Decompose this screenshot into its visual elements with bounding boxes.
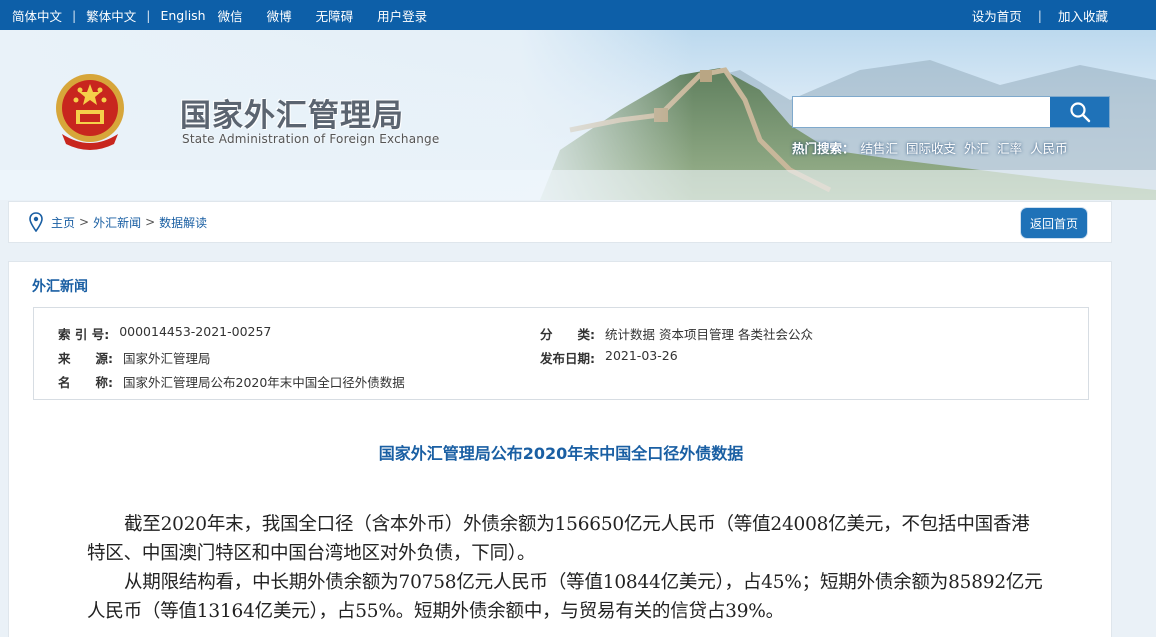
breadcrumb: 主页 > 外汇新闻 > 数据解读 <box>51 214 207 231</box>
search-box <box>792 96 1110 128</box>
search-button[interactable] <box>1050 97 1109 127</box>
hot-term-link[interactable]: 汇率 <box>997 138 1022 157</box>
hot-term-link[interactable]: 国际收支 <box>906 138 956 157</box>
section-title: 外汇新闻 <box>32 279 88 295</box>
site-subtitle: State Administration of Foreign Exchange <box>182 132 440 146</box>
weibo-link[interactable]: 微博 <box>267 6 292 25</box>
lang-english-link[interactable]: English <box>160 8 205 23</box>
article-title: 国家外汇管理局公布2020年末中国全口径外债数据 <box>378 444 744 463</box>
meta-key: 来 源: <box>58 351 113 366</box>
meta-name: 名 称: 国家外汇管理局公布2020年末中国全口径外债数据 <box>58 372 405 391</box>
meta-index: 索 引 号: 000014453-2021-00257 <box>58 324 271 343</box>
login-link[interactable]: 用户登录 <box>377 6 427 25</box>
meta-date: 发布日期: 2021-03-26 <box>540 348 678 367</box>
breadcrumb-separator: > <box>145 215 156 229</box>
back-home-button[interactable]: 返回首页 <box>1021 208 1087 238</box>
breadcrumb-bar: 主页 > 外汇新闻 > 数据解读 返回首页 <box>8 201 1112 243</box>
hot-term-link[interactable]: 结售汇 <box>861 138 899 157</box>
meta-value: 000014453-2021-00257 <box>119 324 272 339</box>
national-emblem-icon <box>56 74 124 150</box>
search-input[interactable] <box>793 97 1050 127</box>
separator: | <box>1037 7 1042 23</box>
meta-value: 国家外汇管理局 <box>123 351 211 366</box>
search-icon <box>1069 102 1090 123</box>
add-favorite-link[interactable]: 加入收藏 <box>1058 6 1108 25</box>
accessibility-link[interactable]: 无障碍 <box>316 6 354 25</box>
meta-key: 分 类: <box>540 327 595 342</box>
site-title: 国家外汇管理局 <box>180 98 404 134</box>
set-home-link[interactable]: 设为首页 <box>972 6 1022 25</box>
separator: | <box>72 7 77 23</box>
breadcrumb-home-link[interactable]: 主页 <box>51 214 75 231</box>
meta-value: 2021-03-26 <box>605 348 678 363</box>
separator: | <box>146 7 151 23</box>
lang-traditional-link[interactable]: 繁体中文 <box>86 6 136 25</box>
meta-key: 名 称: <box>58 375 113 390</box>
location-pin-icon <box>29 212 43 232</box>
content-panel: 外汇新闻 索 引 号: 000014453-2021-00257 分 类: 统计… <box>8 261 1112 637</box>
meta-key: 索 引 号: <box>58 327 110 342</box>
lang-simplified-link[interactable]: 简体中文 <box>12 6 62 25</box>
hot-search-label: 热门搜索： <box>792 141 855 156</box>
top-bar-right: 设为首页 | 加入收藏 <box>972 6 1156 25</box>
hot-search: 热门搜索： 结售汇 国际收支 外汇 汇率 人民币 <box>792 138 1076 157</box>
meta-source: 来 源: 国家外汇管理局 <box>58 348 211 367</box>
top-bar: 简体中文 | 繁体中文 | English 微信 微博 无障碍 用户登录 设为首… <box>0 0 1156 30</box>
header-banner: 国家外汇管理局 State Administration of Foreign … <box>0 30 1156 200</box>
meta-value: 统计数据 资本项目管理 各类社会公众 <box>605 327 813 342</box>
top-bar-left: 简体中文 | 繁体中文 | English 微信 微博 无障碍 用户登录 <box>0 6 427 25</box>
hot-term-link[interactable]: 人民币 <box>1030 138 1068 157</box>
article-paragraph: 从期限结构看，中长期外债余额为70758亿元人民币（等值10844亿美元），占4… <box>87 572 1043 622</box>
hot-term-link[interactable]: 外汇 <box>964 138 989 157</box>
meta-category: 分 类: 统计数据 资本项目管理 各类社会公众 <box>540 324 813 343</box>
article-paragraph: 截至2020年末，我国全口径（含本外币）外债余额为156650亿元人民币（等值2… <box>87 514 1030 564</box>
meta-value: 国家外汇管理局公布2020年末中国全口径外债数据 <box>123 375 405 390</box>
breadcrumb-separator: > <box>79 215 90 229</box>
metadata-box: 索 引 号: 000014453-2021-00257 分 类: 统计数据 资本… <box>33 307 1089 400</box>
wechat-link[interactable]: 微信 <box>218 6 243 25</box>
breadcrumb-news-link[interactable]: 外汇新闻 <box>93 214 141 231</box>
meta-key: 发布日期: <box>540 351 595 366</box>
breadcrumb-data-link[interactable]: 数据解读 <box>159 214 207 231</box>
